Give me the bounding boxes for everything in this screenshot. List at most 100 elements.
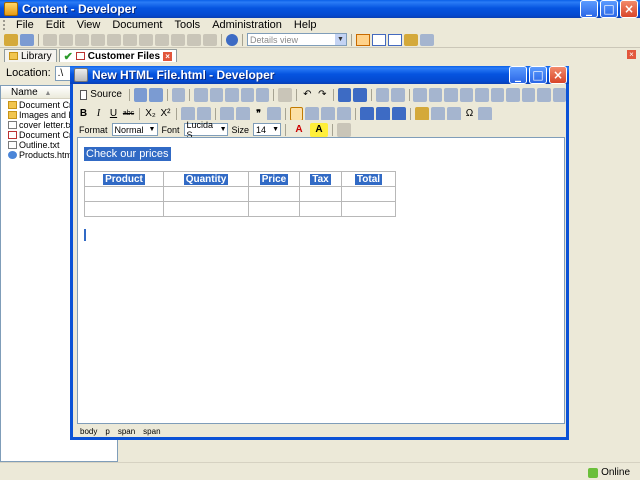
- main-title-bar[interactable]: Content - Developer _ □ ×: [0, 0, 640, 18]
- cut-icon[interactable]: [194, 87, 208, 102]
- find-icon[interactable]: [171, 33, 185, 46]
- find-icon[interactable]: [337, 87, 352, 102]
- div-icon[interactable]: [267, 106, 281, 121]
- tab-close-icon[interactable]: ×: [163, 51, 173, 61]
- align-left-icon[interactable]: [290, 106, 303, 121]
- new-folder-icon[interactable]: [420, 33, 434, 46]
- paste-icon[interactable]: [75, 33, 89, 46]
- tab-library[interactable]: Library: [4, 49, 57, 62]
- spellcheck-icon[interactable]: [337, 122, 352, 137]
- flash-icon[interactable]: [431, 106, 445, 121]
- grip-handle[interactable]: [3, 20, 7, 30]
- outdent-icon[interactable]: [220, 106, 234, 121]
- table-header-cell[interactable]: Total: [341, 171, 396, 187]
- table-cell[interactable]: [341, 201, 396, 217]
- italic-button[interactable]: I: [92, 107, 105, 121]
- details-view-icon[interactable]: [356, 33, 370, 46]
- textfield-icon[interactable]: [459, 87, 474, 102]
- open-folder-icon[interactable]: [4, 33, 18, 46]
- image-icon[interactable]: [415, 106, 429, 121]
- properties-icon[interactable]: [203, 33, 217, 46]
- table-header-cell[interactable]: Product: [84, 171, 164, 187]
- unlink-icon[interactable]: [376, 106, 390, 121]
- save-icon[interactable]: [133, 87, 148, 102]
- forward-icon[interactable]: [155, 33, 169, 46]
- table-cell[interactable]: [299, 201, 342, 217]
- menu-document[interactable]: Document: [106, 19, 168, 31]
- editor-content-area[interactable]: Check our prices Product Quantity Price …: [77, 137, 565, 424]
- editor-minimize-button[interactable]: _: [509, 66, 527, 84]
- panel-close-icon[interactable]: ×: [627, 50, 636, 59]
- path-span[interactable]: span: [143, 427, 160, 436]
- table-header-cell[interactable]: Price: [248, 171, 300, 187]
- numbered-list-icon[interactable]: [181, 106, 195, 121]
- table-cell[interactable]: [84, 186, 164, 202]
- form-icon[interactable]: [413, 87, 427, 102]
- selected-heading-text[interactable]: Check our prices: [84, 147, 171, 161]
- bullet-list-icon[interactable]: [197, 106, 211, 121]
- text-color-icon[interactable]: A: [290, 123, 308, 137]
- delete-icon[interactable]: [91, 33, 105, 46]
- tab-customer-files[interactable]: ✔ Customer Files ×: [58, 49, 178, 63]
- about-icon[interactable]: [552, 87, 567, 102]
- source-button[interactable]: Source: [77, 88, 125, 102]
- background-color-icon[interactable]: A: [310, 122, 329, 137]
- paste-text-icon[interactable]: [240, 87, 254, 102]
- menu-file[interactable]: File: [10, 19, 40, 31]
- link-icon[interactable]: [360, 106, 374, 121]
- refresh-icon[interactable]: [187, 33, 201, 46]
- format-select[interactable]: Normal ▼: [111, 123, 158, 136]
- select-all-icon[interactable]: [375, 87, 390, 102]
- save-as-icon[interactable]: [149, 87, 163, 102]
- select-field-icon[interactable]: [490, 87, 505, 102]
- underline-button[interactable]: U: [107, 107, 120, 121]
- table-cell[interactable]: [248, 186, 300, 202]
- anchor-icon[interactable]: [392, 106, 406, 121]
- table-header-cell[interactable]: Quantity: [163, 171, 249, 187]
- superscript-button[interactable]: X²: [159, 107, 172, 121]
- path-p[interactable]: p: [105, 427, 109, 436]
- button-field-icon[interactable]: [506, 87, 520, 102]
- prices-table[interactable]: Product Quantity Price Tax Total: [84, 171, 396, 217]
- menu-edit[interactable]: Edit: [40, 19, 71, 31]
- blockquote-icon[interactable]: ❞: [252, 107, 265, 121]
- table-icon[interactable]: [447, 106, 461, 121]
- print-icon[interactable]: [278, 87, 292, 102]
- copy-icon[interactable]: [209, 87, 224, 102]
- editor-title-bar[interactable]: New HTML File.html - Developer _ □ ×: [70, 66, 569, 84]
- path-span[interactable]: span: [118, 427, 135, 436]
- redo-icon[interactable]: [123, 33, 137, 46]
- path-body[interactable]: body: [80, 427, 97, 436]
- table-cell[interactable]: [341, 186, 396, 202]
- table-cell[interactable]: [248, 201, 300, 217]
- redo-icon[interactable]: ↷: [316, 88, 329, 102]
- image-button-icon[interactable]: [521, 87, 536, 102]
- editor-close-button[interactable]: ×: [549, 66, 567, 84]
- editor-maximize-button[interactable]: □: [529, 66, 547, 84]
- size-select[interactable]: 14 ▼: [253, 123, 282, 136]
- help-icon[interactable]: [226, 33, 238, 46]
- back-icon[interactable]: [139, 33, 153, 46]
- folder-up-icon[interactable]: [404, 33, 418, 46]
- table-cell[interactable]: [299, 186, 342, 202]
- undo-icon[interactable]: ↶: [301, 88, 314, 102]
- table-cell[interactable]: [163, 201, 249, 217]
- menu-administration[interactable]: Administration: [206, 19, 288, 31]
- font-select[interactable]: Lucida S... ▼: [183, 120, 228, 140]
- undo-icon[interactable]: [107, 33, 121, 46]
- textarea-icon[interactable]: [475, 87, 489, 102]
- subscript-button[interactable]: X₂: [144, 107, 157, 121]
- indent-icon[interactable]: [236, 106, 250, 121]
- align-right-icon[interactable]: [321, 106, 335, 121]
- paste-icon[interactable]: [225, 87, 239, 102]
- maximize-button[interactable]: □: [600, 0, 618, 18]
- save-icon[interactable]: [20, 33, 34, 46]
- bold-button[interactable]: B: [77, 107, 90, 121]
- minimize-button[interactable]: _: [580, 0, 598, 18]
- checkbox-icon[interactable]: [428, 87, 443, 102]
- hidden-field-icon[interactable]: [537, 87, 551, 102]
- cut-icon[interactable]: [43, 33, 57, 46]
- replace-icon[interactable]: [353, 87, 367, 102]
- table-header-cell[interactable]: Tax: [299, 171, 342, 187]
- radio-icon[interactable]: [444, 87, 458, 102]
